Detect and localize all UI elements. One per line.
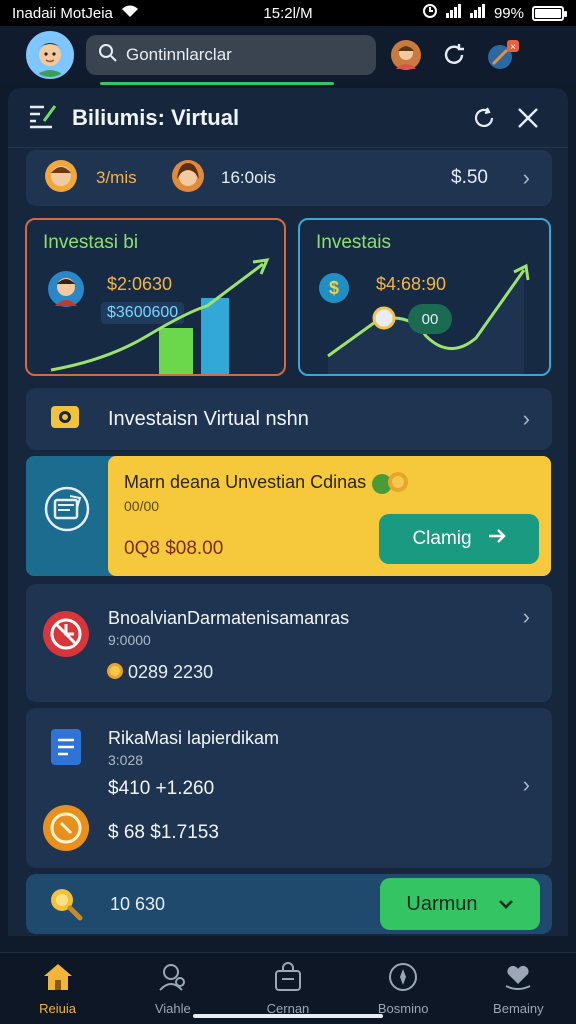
document-icon bbox=[50, 728, 82, 771]
battery-icon bbox=[532, 5, 567, 21]
carrier-label: Inadaii MotJeia bbox=[12, 4, 113, 22]
chevron-right-icon: › bbox=[522, 406, 530, 431]
bag-icon bbox=[273, 961, 303, 995]
svg-text:×: × bbox=[510, 42, 516, 53]
search-input[interactable]: Gontinnlarclar bbox=[126, 45, 232, 65]
sheet-header: Biliumis: Virtual bbox=[8, 88, 568, 148]
confirm-button[interactable]: Uarmun bbox=[380, 878, 540, 930]
nav-item-shop[interactable]: Cernan bbox=[238, 961, 338, 1016]
magnifier-icon[interactable] bbox=[48, 886, 84, 927]
chevron-right-icon: › bbox=[522, 604, 530, 629]
investment-chart-card-right[interactable]: Investais $ $4:68:90 00 bbox=[298, 218, 551, 376]
nav-item-profile[interactable]: Viahle bbox=[123, 962, 223, 1016]
investment-item-1[interactable]: BnoalvianDarmatenisamanras 9:0000 0289 2… bbox=[26, 584, 552, 702]
summary-name: 3/mis bbox=[96, 168, 137, 187]
item1-subtitle: 9:0000 bbox=[108, 632, 151, 648]
nav-label: Reiuia bbox=[39, 1000, 77, 1016]
virtual-business-sheet: Biliumis: Virtual 3/mis 16:0ois $.50 › I… bbox=[8, 88, 568, 936]
stack-card-icon bbox=[44, 486, 90, 537]
item2-value-2: $ 68 $1.7153 bbox=[108, 822, 219, 843]
heart-hand-icon bbox=[503, 962, 533, 995]
item1-title: BnoalvianDarmatenisamanras bbox=[108, 608, 350, 628]
nav-item-home[interactable]: Reiuia bbox=[8, 962, 108, 1016]
promo-title: Marn deana Unvestian Cdinas bbox=[124, 472, 367, 492]
investment-item-2[interactable]: RikaMasi lapierdikam 3:028 $410 +1.260 $… bbox=[26, 708, 552, 868]
status-bar: Inadaii MotJeia 15:2l/M 99% bbox=[0, 0, 576, 26]
gold-coin-icon bbox=[106, 662, 124, 685]
promo-amount: 0Q8 $08.00 bbox=[124, 538, 224, 559]
virtual-investment-section[interactable]: Investaisn Virtual nshn › bbox=[26, 388, 552, 450]
promo-card[interactable]: Marn deana Unvestian Cdinas 00/00 0Q8 $0… bbox=[108, 456, 551, 576]
reload-icon[interactable] bbox=[462, 96, 506, 140]
chevron-right-icon: › bbox=[522, 772, 530, 797]
camera-icon bbox=[50, 403, 80, 436]
target-badge-icon bbox=[42, 610, 90, 663]
nav-item-explore[interactable]: Bosmino bbox=[353, 962, 453, 1016]
profile-avatar[interactable] bbox=[26, 31, 74, 79]
nav-label: Bemainy bbox=[493, 1000, 544, 1016]
section-label: Investaisn Virtual nshn bbox=[108, 407, 309, 430]
confirm-button-label: Uarmun bbox=[406, 892, 478, 915]
notification-icon[interactable]: × bbox=[484, 37, 520, 73]
close-icon[interactable] bbox=[506, 96, 550, 140]
battery-level bbox=[535, 8, 561, 18]
item2-title: RikaMasi lapierdikam bbox=[108, 728, 280, 748]
stat-badge-right: 00 bbox=[408, 304, 452, 334]
nav-label: Bosmino bbox=[377, 1000, 429, 1016]
signal-icon-2 bbox=[469, 4, 486, 22]
summary-amount: $.50 bbox=[451, 167, 488, 188]
loading-progress bbox=[100, 82, 334, 85]
search-bar[interactable]: Gontinnlarclar bbox=[86, 35, 376, 75]
battery-percent: 99% bbox=[493, 4, 524, 22]
arrow-right-icon bbox=[488, 528, 506, 550]
footer-action-bar: 10 630 Uarmun bbox=[26, 874, 552, 934]
claim-button-label: Clamig bbox=[412, 528, 472, 549]
investment-chart-card-left[interactable]: Investasi bi $2:0630 $3600600 bbox=[25, 218, 286, 376]
player-avatar-2 bbox=[171, 159, 205, 198]
chevron-down-icon bbox=[498, 893, 514, 916]
item1-value: 0289 2230 bbox=[128, 662, 214, 682]
compass-icon bbox=[388, 962, 418, 995]
wifi-icon bbox=[121, 4, 139, 22]
refresh-icon[interactable] bbox=[436, 37, 472, 73]
nav-label: Viahle bbox=[154, 1000, 191, 1016]
promo-subtitle: 00/00 bbox=[124, 498, 160, 514]
item2-subtitle: 3:028 bbox=[108, 752, 144, 768]
summary-row[interactable]: 3/mis 16:0ois $.50 › bbox=[26, 150, 552, 206]
search-icon bbox=[98, 43, 118, 68]
claim-button[interactable]: Clamig bbox=[379, 514, 539, 564]
alarm-icon bbox=[422, 3, 438, 23]
chevron-right-icon: › bbox=[522, 165, 530, 190]
home-icon bbox=[42, 962, 74, 995]
item2-value-1: $410 +1.260 bbox=[108, 778, 215, 799]
player-avatar bbox=[44, 159, 78, 198]
summary-time: 16:0ois bbox=[221, 168, 276, 187]
home-indicator bbox=[193, 1014, 383, 1018]
top-bar: Gontinnlarclar × bbox=[0, 26, 576, 84]
growth-chart-left bbox=[50, 258, 270, 374]
coin-bag-icon bbox=[370, 470, 412, 501]
nav-item-favorites[interactable]: Bemainy bbox=[468, 962, 568, 1016]
footer-value: 10 630 bbox=[110, 894, 166, 914]
user-search-icon bbox=[158, 962, 188, 995]
sheet-title: Biliumis: Virtual bbox=[72, 104, 240, 130]
target-coin-icon bbox=[42, 804, 90, 857]
growth-chart-right bbox=[327, 263, 530, 374]
user-avatar-small[interactable] bbox=[388, 37, 424, 73]
signal-icon bbox=[445, 4, 462, 22]
edit-list-icon[interactable] bbox=[28, 101, 58, 134]
